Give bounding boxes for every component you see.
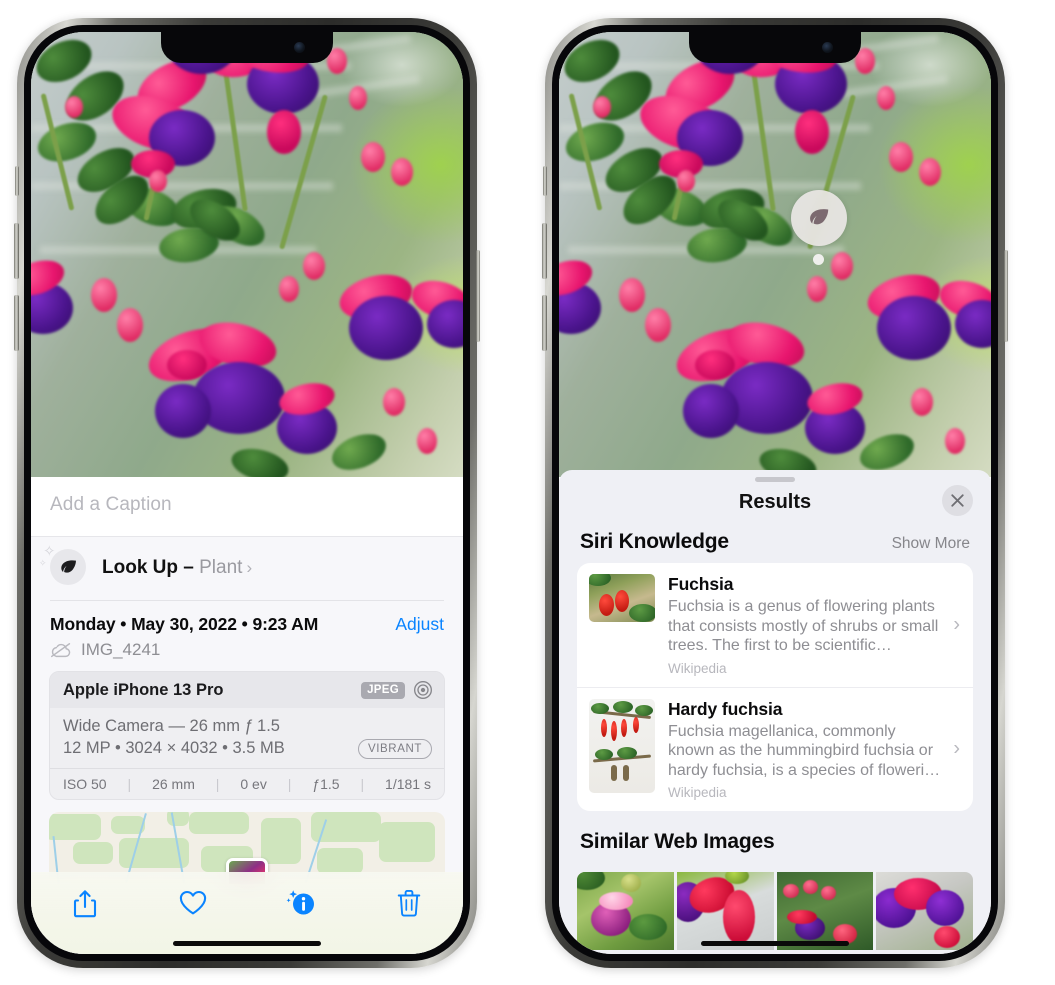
siri-knowledge-card-list: Fuchsia Fuchsia is a genus of flowering … (577, 563, 973, 812)
left-phone-bezel: Add a Caption ✧ ✧ Look Up – Plant › Mond… (24, 25, 470, 961)
knowledge-result-source: Wikipedia (668, 660, 727, 676)
power-button[interactable] (475, 250, 480, 342)
aperture-icon (413, 680, 433, 700)
knowledge-result-text: Hardy fuchsia Fuchsia magellanica, commo… (668, 699, 961, 801)
exif-stat-shutter: 1/181 s (385, 776, 431, 792)
exif-stat-sep-4: | (360, 776, 365, 792)
exif-stat-sep-1: | (127, 776, 132, 792)
exif-header-right: JPEG (361, 680, 433, 700)
adjust-button[interactable]: Adjust (395, 614, 444, 635)
share-button[interactable] (62, 883, 108, 923)
knowledge-result-title: Fuchsia (668, 574, 734, 594)
close-button[interactable] (942, 485, 973, 516)
visual-look-up-anchor-dot (813, 254, 824, 265)
info-button[interactable] (278, 883, 324, 923)
photo-filename: IMG_4241 (81, 640, 161, 659)
volume-up-button[interactable] (14, 223, 19, 279)
knowledge-result-item[interactable]: Hardy fuchsia Fuchsia magellanica, commo… (577, 686, 973, 812)
right-phone-screen: Results Siri Knowledge Show More Fuchsia… (559, 32, 991, 954)
photo-view[interactable] (31, 32, 463, 477)
device-notch (161, 32, 333, 63)
front-camera (294, 42, 305, 53)
show-more-button[interactable]: Show More (892, 535, 970, 553)
fuchsia-thumbnail (589, 574, 655, 622)
similar-web-images-title: Similar Web Images (580, 830, 775, 854)
format-badge: JPEG (361, 681, 405, 699)
web-image-1[interactable] (577, 872, 674, 951)
delete-button[interactable] (386, 883, 432, 923)
knowledge-result-source: Wikipedia (668, 785, 727, 801)
home-indicator[interactable] (173, 941, 321, 946)
similar-web-images-header: Similar Web Images (559, 811, 991, 863)
screenshot-stage: Add a Caption ✧ ✧ Look Up – Plant › Mond… (0, 0, 1055, 985)
volume-down-button[interactable] (14, 295, 19, 351)
exif-header: Apple iPhone 13 Pro JPEG (50, 672, 444, 708)
left-iphone-device: Add a Caption ✧ ✧ Look Up – Plant › Mond… (14, 18, 480, 968)
caption-input[interactable]: Add a Caption (50, 494, 444, 516)
similar-web-images-strip[interactable] (577, 872, 973, 951)
look-up-row[interactable]: ✧ ✧ Look Up – Plant › (31, 537, 463, 600)
mute-switch[interactable] (14, 166, 19, 196)
photographic-style-badge: VIBRANT (357, 739, 432, 759)
photo-date: Monday • May 30, 2022 • 9:23 AM (50, 614, 319, 634)
exif-stat-aperture: ƒ1.5 (312, 776, 340, 792)
exif-stat-focal: 26 mm (152, 776, 195, 792)
knowledge-result-description: Fuchsia magellanica, commonly known as t… (668, 722, 941, 779)
exif-stat-sep-3: | (287, 776, 292, 792)
power-button[interactable] (1003, 250, 1008, 342)
volume-down-button[interactable] (542, 295, 547, 351)
knowledge-result-text: Fuchsia Fuchsia is a genus of flowering … (668, 574, 961, 676)
leaf-icon (50, 549, 86, 585)
results-header: Results (559, 482, 991, 530)
favorite-button[interactable] (170, 883, 216, 923)
look-up-subject: Plant (199, 557, 243, 578)
mute-switch[interactable] (542, 166, 547, 196)
siri-knowledge-header: Siri Knowledge Show More (559, 530, 991, 563)
knowledge-result-item[interactable]: Fuchsia Fuchsia is a genus of flowering … (577, 563, 973, 687)
exif-device-name: Apple iPhone 13 Pro (63, 680, 224, 699)
volume-up-button[interactable] (542, 223, 547, 279)
exif-body: Wide Camera — 26 mm ƒ 1.5 12 MP • 3024 ×… (50, 708, 444, 768)
exif-stats-row: ISO 50 | 26 mm | 0 ev | ƒ1.5 | 1/181 s (50, 768, 444, 799)
knowledge-result-description: Fuchsia is a genus of flowering plants t… (668, 598, 939, 655)
look-up-icon-wrap: ✧ ✧ (39, 544, 88, 587)
exif-card[interactable]: Apple iPhone 13 Pro JPEG Wide Camera — 2… (49, 671, 445, 800)
results-title: Results (738, 491, 812, 513)
visual-look-up-badge[interactable] (791, 190, 847, 246)
look-up-title: Look Up (102, 557, 178, 578)
device-notch (689, 32, 861, 63)
exif-stat-iso: ISO 50 (63, 776, 107, 792)
left-phone-screen: Add a Caption ✧ ✧ Look Up – Plant › Mond… (31, 32, 463, 954)
exif-stat-sep-2: | (215, 776, 220, 792)
chevron-right-icon: › (246, 558, 253, 577)
web-image-4[interactable] (876, 872, 973, 951)
siri-knowledge-title: Siri Knowledge (580, 530, 729, 553)
results-sheet: Results Siri Knowledge Show More Fuchsia… (559, 470, 991, 954)
filename-row: IMG_4241 (31, 637, 463, 671)
exif-lens: Wide Camera — 26 mm ƒ 1.5 (63, 717, 280, 735)
sparkle-small-icon: ✧ (39, 558, 47, 568)
web-image-3[interactable] (776, 872, 874, 951)
hardy-fuchsia-thumbnail (589, 698, 655, 793)
home-indicator[interactable] (701, 941, 849, 946)
right-iphone-device: Results Siri Knowledge Show More Fuchsia… (542, 18, 1008, 968)
exif-stat-ev: 0 ev (240, 776, 267, 792)
caption-field-row[interactable]: Add a Caption (31, 477, 463, 537)
date-row: Monday • May 30, 2022 • 9:23 AM Adjust (31, 601, 463, 637)
chevron-right-icon: › (953, 737, 960, 760)
look-up-label: Look Up – Plant › (102, 557, 252, 579)
photo-view[interactable] (559, 32, 991, 477)
knowledge-result-title: Hardy fuchsia (668, 698, 783, 719)
chevron-right-icon: › (953, 613, 960, 636)
web-image-2[interactable] (676, 872, 774, 951)
cloud-slash-icon (50, 642, 72, 658)
look-up-dash: – (178, 557, 200, 578)
front-camera (822, 42, 833, 53)
right-phone-bezel: Results Siri Knowledge Show More Fuchsia… (552, 25, 998, 961)
